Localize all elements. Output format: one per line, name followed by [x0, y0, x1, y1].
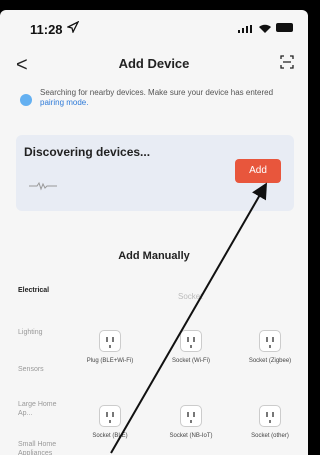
device-plug-ble-wifi[interactable]: Plug (BLE+Wi-Fi) — [80, 330, 140, 365]
socket-group-label: Socket — [178, 292, 203, 301]
socket-icon — [99, 405, 121, 427]
search-hint-text: Searching for nearby devices. Make sure … — [40, 88, 290, 108]
device-socket-other[interactable]: Socket (other) — [240, 405, 300, 440]
plug-icon — [99, 330, 121, 352]
status-time: 11:28 — [30, 22, 63, 37]
location-icon — [67, 21, 79, 33]
bluetooth-search-icon — [20, 94, 32, 106]
search-hint: Searching for nearby devices. Make sure … — [20, 88, 290, 120]
discovering-card: Discovering devices... Add — [16, 135, 294, 211]
radar-wave-icon — [29, 181, 57, 191]
category-lighting[interactable]: Lighting — [18, 328, 43, 337]
search-hint-message: Searching for nearby devices. Make sure … — [40, 88, 274, 97]
device-socket-nb-iot[interactable]: Socket (NB-IoT) — [161, 405, 221, 440]
status-bar: 11:28 — [0, 10, 308, 44]
navigation-bar: < Add Device — [0, 52, 308, 78]
signal-icon — [238, 25, 252, 33]
add-device-screen: 11:28 < Add Device Searching for nearby … — [0, 10, 308, 455]
device-label: Plug (BLE+Wi-Fi) — [86, 358, 134, 364]
device-label: Socket (Zigbee) — [248, 358, 292, 364]
page-title: Add Device — [118, 56, 190, 71]
add-manually-heading: Add Manually — [118, 250, 190, 262]
socket-icon — [259, 405, 281, 427]
pairing-mode-link[interactable]: pairing mode. — [40, 98, 88, 107]
device-label: Socket (BLE) — [92, 433, 128, 439]
socket-icon — [180, 405, 202, 427]
add-button[interactable]: Add — [235, 159, 281, 183]
device-socket-wifi[interactable]: Socket (Wi-Fi) — [161, 330, 221, 365]
category-large-home-appliances[interactable]: Large Home Ap... — [18, 400, 66, 418]
category-electrical[interactable]: Electrical — [18, 286, 49, 295]
scan-icon[interactable] — [280, 55, 294, 69]
category-sensors[interactable]: Sensors — [18, 365, 44, 374]
device-label: Socket (other) — [251, 433, 289, 439]
discovering-title: Discovering devices... — [24, 145, 151, 159]
device-label: Socket (NB-IoT) — [169, 433, 213, 439]
socket-icon — [259, 330, 281, 352]
socket-icon — [180, 330, 202, 352]
battery-icon — [276, 23, 293, 32]
category-small-home-appliances[interactable]: Small Home Appliances — [18, 440, 70, 455]
wifi-icon — [259, 24, 271, 33]
device-socket-zigbee[interactable]: Socket (Zigbee) — [240, 330, 300, 365]
device-socket-ble[interactable]: Socket (BLE) — [80, 405, 140, 440]
device-label: Socket (Wi-Fi) — [172, 358, 210, 364]
